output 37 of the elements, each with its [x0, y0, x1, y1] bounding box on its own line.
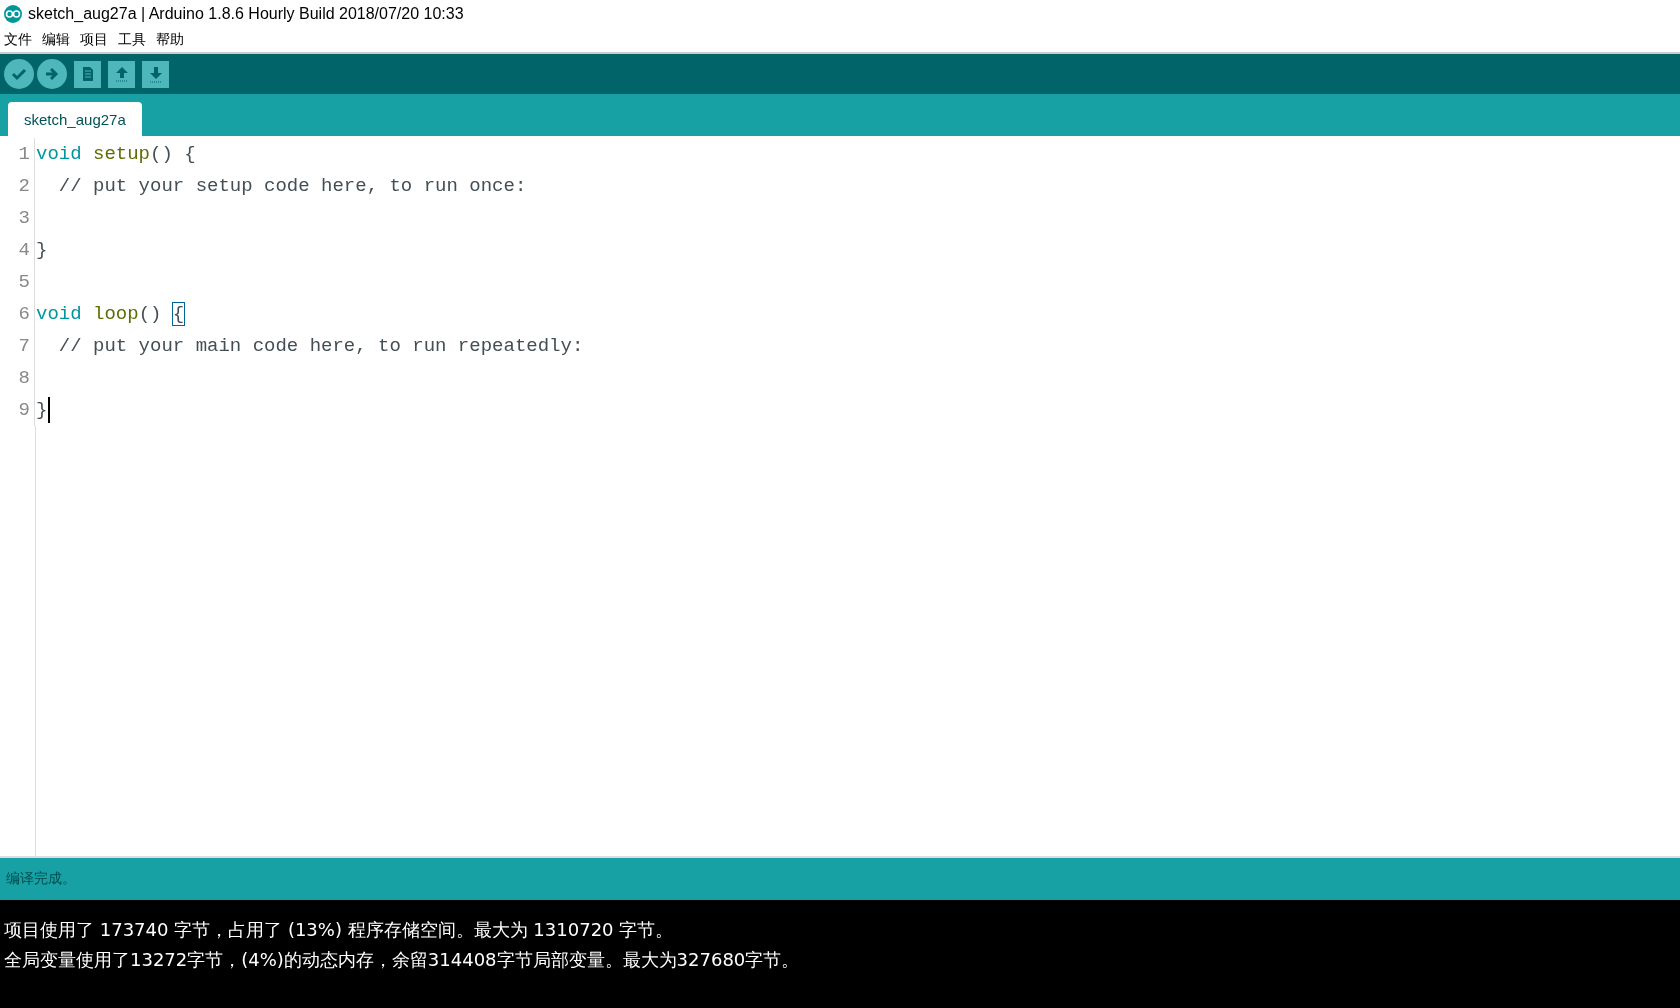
code-token: ()	[150, 143, 174, 165]
window-title: sketch_aug27a | Arduino 1.8.6 Hourly Build 2018/07/20 10:33	[28, 5, 464, 23]
line-number: 9	[0, 394, 35, 426]
code-token: void	[36, 143, 82, 165]
new-button[interactable]	[74, 60, 101, 88]
line-number: 1	[0, 138, 35, 170]
code-token: }	[36, 239, 48, 261]
line-number: 3	[0, 202, 35, 234]
line-number: 7	[0, 330, 35, 362]
status-message: 编译完成。	[0, 856, 1680, 900]
console-line: 项目使用了 173740 字节，占用了 (13%) 程序存储空间。最大为 1310720 字节。	[4, 918, 675, 942]
line-number: 4	[0, 234, 35, 266]
line-number: 6	[0, 298, 35, 330]
code-token: loop	[92, 303, 139, 325]
matched-brace: {	[172, 303, 185, 325]
menu-item[interactable]: 工具	[118, 31, 146, 49]
code-token: setup	[92, 143, 151, 165]
open-button[interactable]	[108, 60, 135, 88]
console-line: 全局变量使用了13272字节，(4%)的动态内存，余留314408字节局部变量。最大为327680字节。	[4, 948, 801, 972]
app-logo-icon	[4, 5, 22, 23]
line-number: 2	[0, 170, 35, 202]
code-token: void	[36, 303, 82, 325]
code-comment: // put your setup code here, to run once:	[57, 175, 527, 197]
verify-button[interactable]	[4, 59, 34, 89]
line-number: 8	[0, 362, 35, 394]
menu-item[interactable]: 文件	[4, 31, 32, 49]
code-comment: // put your main code here, to run repeatedly:	[57, 335, 584, 357]
upload-button[interactable]	[37, 59, 67, 89]
menu-item[interactable]: 编辑	[42, 31, 70, 49]
save-button[interactable]	[142, 60, 169, 88]
menu-item[interactable]: 项目	[80, 31, 108, 49]
code-token: {	[184, 143, 196, 165]
code-token: }	[36, 399, 48, 421]
line-number: 5	[0, 266, 35, 298]
editor-tab[interactable]: sketch_aug27a	[8, 102, 142, 136]
code-token: ()	[138, 303, 163, 325]
menu-item[interactable]: 帮助	[156, 31, 184, 49]
